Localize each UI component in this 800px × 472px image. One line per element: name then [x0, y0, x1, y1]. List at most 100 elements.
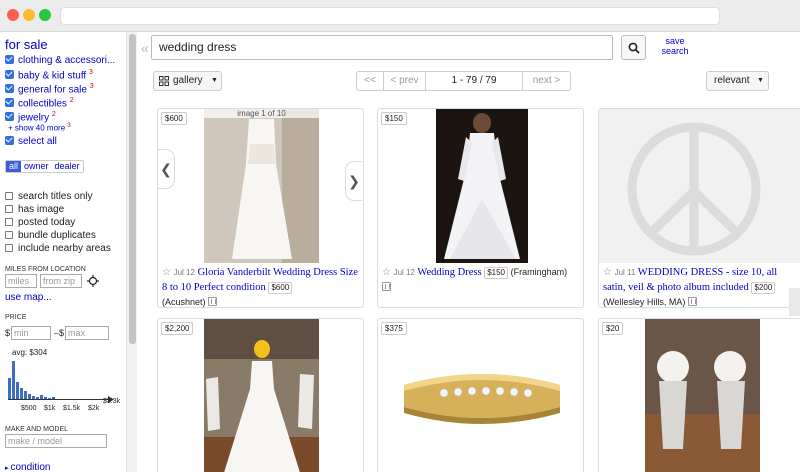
listing-card[interactable]: ☆ Jul 11 WEDDING DRESS - size 10, all sa… [598, 108, 800, 308]
category-title[interactable]: for sale [5, 37, 48, 52]
make-model-label: MAKE AND MODEL [5, 426, 69, 433]
row-price: $200 [751, 282, 776, 294]
listing-location: (Wellesley Hills, MA) [603, 297, 686, 307]
zip-input[interactable]: from zip [40, 274, 82, 288]
peace-sign-icon [627, 122, 761, 256]
listing-photo[interactable]: image 1 of 10 [204, 109, 319, 263]
no-image-placeholder[interactable] [599, 109, 800, 263]
price-badge: $20 [602, 322, 624, 335]
post-date: Jul 11 [614, 268, 636, 277]
prev-image-button[interactable]: ❮ [158, 149, 175, 189]
min-price-input[interactable]: min [11, 326, 51, 340]
listing-card[interactable]: $600 image 1 of 10 ❮ ❯ ☆ Jul 12 Gloria V… [157, 108, 364, 308]
listing-photo[interactable] [645, 319, 760, 472]
locate-me-icon[interactable] [87, 275, 99, 287]
range-dash: –$ [54, 328, 65, 338]
close-window-icon[interactable] [7, 9, 19, 21]
category-general[interactable]: general for sale 3 [5, 83, 94, 95]
favorite-star-icon[interactable]: ☆ [162, 267, 171, 278]
listing-info: ☆ Jul 11 WEDDING DRESS - size 10, all sa… [603, 265, 799, 307]
listing-location: (Framingham) [510, 267, 568, 277]
seller-all-tab[interactable]: all [6, 161, 22, 172]
collapse-sidebar-icon[interactable]: « [141, 40, 149, 56]
checkbox-icon[interactable] [5, 231, 13, 239]
search-icon [628, 42, 640, 54]
sidebar-scrollbar[interactable] [126, 32, 137, 472]
listing-card[interactable]: $375 [377, 318, 584, 472]
option-search-titles[interactable]: search titles only [5, 191, 92, 202]
checkbox-icon[interactable] [5, 244, 13, 252]
checkbox-checked-icon[interactable] [5, 98, 14, 108]
price-histogram[interactable] [8, 361, 108, 399]
grid-icon [159, 76, 169, 86]
listing-title-link[interactable]: Wedding Dress [417, 267, 481, 278]
price-badge: $600 [161, 112, 187, 125]
hide-listing-icon[interactable] [208, 297, 218, 306]
price-badge: $150 [381, 112, 407, 125]
option-nearby-areas[interactable]: include nearby areas [5, 243, 111, 254]
select-all[interactable]: select all [5, 136, 57, 147]
seller-owner-tab[interactable]: owner [21, 161, 52, 172]
miles-input[interactable]: miles [5, 274, 37, 288]
search-button[interactable] [621, 35, 646, 60]
checkbox-checked-icon[interactable] [5, 70, 14, 80]
seller-dealer-tab[interactable]: dealer [52, 161, 83, 172]
category-baby-kid[interactable]: baby & kid stuff 3 [5, 69, 93, 81]
flower-arrangement-image [645, 319, 760, 472]
listing-card[interactable]: $150 ☆ Jul 12 Wedding Dress $150 (Framin… [377, 108, 584, 308]
checkbox-icon[interactable] [5, 192, 13, 200]
checkbox-checked-icon[interactable] [5, 55, 14, 64]
hide-listing-icon[interactable] [382, 282, 391, 291]
checkbox-icon[interactable] [5, 218, 13, 226]
checkbox-checked-icon[interactable] [5, 112, 14, 122]
dress-image [204, 109, 319, 263]
row-price: $600 [268, 282, 293, 294]
option-has-image[interactable]: has image [5, 204, 64, 215]
listing-photo[interactable] [378, 355, 583, 439]
minimize-window-icon[interactable] [23, 9, 35, 21]
listing-info: ☆ Jul 12 Wedding Dress $150 (Framingham) [382, 265, 582, 295]
result-range: 1 - 79 / 79 [426, 72, 523, 90]
make-model-input[interactable]: make / model [5, 434, 107, 448]
save-search-link[interactable]: save search [654, 36, 696, 56]
favorite-star-icon[interactable]: ☆ [382, 267, 391, 278]
listing-info: ☆ Jul 12 Gloria Vanderbilt Wedding Dress… [162, 265, 362, 307]
plus-icon: + [8, 123, 15, 133]
page-scrollbar[interactable] [789, 288, 800, 316]
show-more-link[interactable]: + show 40 more 3 [8, 123, 71, 133]
hist-tick-2k: $2k [88, 405, 100, 412]
checkbox-icon[interactable] [5, 205, 13, 213]
sort-dropdown[interactable]: relevant ▼ [706, 71, 769, 91]
checkbox-checked-icon[interactable] [5, 136, 14, 145]
maximize-window-icon[interactable] [39, 9, 51, 21]
hist-tick-1-5k: $1.5k [63, 405, 81, 412]
category-jewelry[interactable]: jewelry 2 [5, 111, 56, 123]
listing-card[interactable]: $20 [598, 318, 800, 472]
category-clothing[interactable]: clothing & accessori... [5, 55, 115, 66]
next-image-button[interactable]: ❯ [345, 161, 362, 201]
hist-tick-500: $500 [21, 405, 37, 412]
scrollbar-thumb[interactable] [129, 34, 136, 344]
listing-photo[interactable] [204, 319, 319, 472]
option-bundle-duplicates[interactable]: bundle duplicates [5, 230, 96, 241]
avg-price: avg: $304 [12, 348, 48, 357]
listing-card[interactable]: $2,200 [157, 318, 364, 472]
favorite-star-icon[interactable]: ☆ [603, 267, 612, 278]
checkbox-checked-icon[interactable] [5, 84, 14, 94]
address-bar[interactable] [60, 7, 720, 25]
max-price-input[interactable]: max [65, 326, 109, 340]
search-input[interactable]: wedding dress [151, 35, 613, 60]
condition-toggle[interactable]: ▸ condition [5, 462, 51, 472]
category-collectibles[interactable]: collectibles 2 [5, 97, 74, 109]
listing-photo[interactable] [436, 109, 528, 263]
hide-listing-icon[interactable] [687, 297, 697, 306]
histogram-bar [16, 382, 19, 399]
prev-page-button[interactable]: < prev [384, 72, 426, 90]
histogram-axis [8, 399, 112, 400]
first-page-button[interactable]: << [357, 72, 384, 90]
use-map-link[interactable]: use map... [5, 292, 52, 303]
next-page-button[interactable]: next > [523, 72, 570, 90]
caret-down-icon: ▼ [211, 77, 218, 84]
option-posted-today[interactable]: posted today [5, 217, 75, 228]
view-mode-dropdown[interactable]: gallery ▼ [153, 71, 222, 91]
